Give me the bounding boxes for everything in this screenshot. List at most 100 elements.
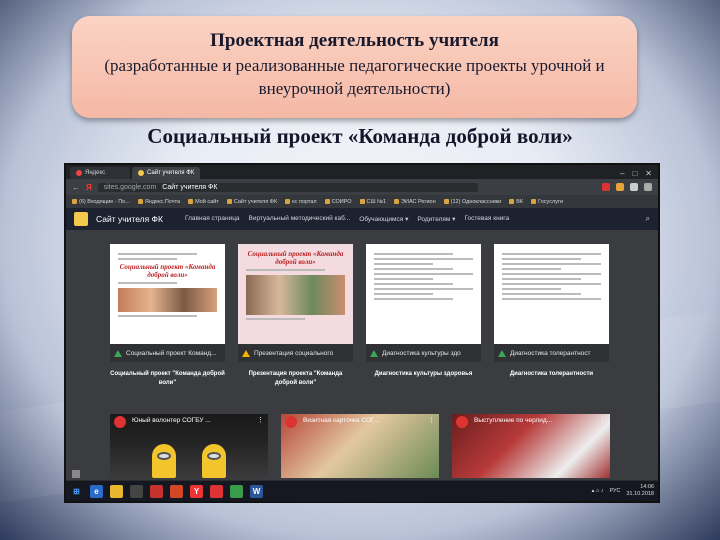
site-logo[interactable] <box>74 212 88 226</box>
tab-label: Сайт учителя ФК <box>147 170 195 176</box>
url-domain: sites.google.com <box>103 183 157 191</box>
document-label: Диагностика толерантности <box>509 371 594 377</box>
ie-icon[interactable]: e <box>90 484 103 498</box>
yandex-browser-icon[interactable]: Y <box>190 484 203 498</box>
file-caption[interactable]: Диагностика культуры здо <box>366 344 481 362</box>
bookmark-item[interactable]: Мой сайт <box>188 199 219 205</box>
nav-methodical[interactable]: Виртуальный методический каб... <box>249 215 351 223</box>
document-card[interactable]: Диагностика толерантност Диагностика тол… <box>494 244 609 388</box>
yandex-logo[interactable]: Я <box>86 183 92 192</box>
system-tray: ▴ ⌂ ♪ РУС 14:06 31.10.2018 <box>592 484 654 498</box>
goggle <box>207 452 221 460</box>
bookmark-icon <box>324 199 330 204</box>
document-thumbnail[interactable] <box>366 244 481 344</box>
video-title[interactable]: Визитная карточка СОГ... <box>303 417 379 424</box>
bookmarks-bar: (6) Входящие - По... Яндекс.Почта Мой са… <box>66 195 658 208</box>
bookmark-item[interactable]: Госуслуги <box>531 199 563 205</box>
document-grid: Социальный проект «Команда доброй воли» … <box>110 244 609 388</box>
drive-icon <box>498 349 506 357</box>
nav-students[interactable]: Обучающимся ▾ <box>359 215 408 223</box>
url-page-title: Сайт учителя ФК <box>162 183 218 191</box>
search-icon[interactable]: ⌕ <box>646 214 650 224</box>
tray-icons[interactable]: ▴ ⌂ ♪ <box>592 488 604 494</box>
text-line <box>118 258 178 260</box>
more-icon[interactable]: ⋮ <box>428 416 435 424</box>
text-line <box>246 269 326 271</box>
menu-icon[interactable] <box>630 183 638 191</box>
text-line <box>502 283 601 285</box>
adblock-icon[interactable] <box>602 183 610 191</box>
close-icon[interactable]: ✕ <box>645 169 652 178</box>
bookmark-item[interactable]: Яндекс.Почта <box>137 199 180 205</box>
file-caption[interactable]: Диагностика толерантност <box>494 344 609 362</box>
document-card[interactable]: Социальный проект «Команда доброй воли» … <box>110 244 225 388</box>
clock[interactable]: 14:06 31.10.2018 <box>626 484 654 498</box>
download-icon[interactable] <box>644 183 652 191</box>
address-bar: ← Я sites.google.com Сайт учителя ФК <box>66 179 658 195</box>
file-name: Диагностика толерантност <box>510 349 591 357</box>
nav-parents[interactable]: Родителям ▾ <box>417 215 455 223</box>
video-embed[interactable]: Визитная карточка СОГ... ⋮ <box>281 414 439 478</box>
browser-screenshot: Яндекс Сайт учителя ФК – □ ✕ ← Я sites.g… <box>64 163 660 503</box>
bookmark-item[interactable]: ВК <box>509 199 523 205</box>
url-field[interactable]: sites.google.com Сайт учителя ФК <box>97 182 478 192</box>
windows-start-icon[interactable]: ⊞ <box>70 485 83 498</box>
video-embed[interactable]: Юный волонтер СОГБУ ... ⋮ <box>110 414 268 478</box>
nav-guestbook[interactable]: Гостевая книга <box>464 215 509 223</box>
file-caption[interactable]: Социальный проект Команд... <box>110 344 225 362</box>
maximize-icon[interactable]: □ <box>632 169 637 178</box>
document-thumbnail[interactable]: Социальный проект «Команда доброй воли» <box>110 244 225 344</box>
text-line <box>374 273 473 275</box>
media-icon[interactable] <box>210 484 223 498</box>
language-indicator[interactable]: РУС <box>609 488 620 494</box>
video-embed[interactable]: Выступление по черлид... ⋮ <box>452 414 610 478</box>
document-card[interactable]: Диагностика культуры здо Диагностика кул… <box>366 244 481 388</box>
bookmark-item[interactable]: СОИРО <box>324 199 352 205</box>
file-name: Диагностика культуры здо <box>382 349 461 357</box>
presentation-thumbnail[interactable]: Социальный проект «Команда доброй воли» <box>238 244 353 344</box>
bookmark-item[interactable]: СШ №1 <box>359 199 386 205</box>
bookmark-item[interactable]: (12) Одноклассники <box>443 199 501 205</box>
text-line <box>374 283 454 285</box>
tab-site[interactable]: Сайт учителя ФК <box>132 167 201 179</box>
file-caption[interactable]: Презентация социального <box>238 344 353 362</box>
pdf-icon[interactable] <box>150 484 163 498</box>
bookmark-item[interactable]: Сайт учителя ФК <box>226 199 277 205</box>
text-line <box>374 253 454 255</box>
powerpoint-icon[interactable] <box>170 484 183 498</box>
back-icon[interactable]: ← <box>72 183 80 192</box>
video-title[interactable]: Юный волонтер СОГБУ ... <box>132 417 211 424</box>
bookmark-icon <box>226 199 232 204</box>
word-icon[interactable]: W <box>250 484 263 498</box>
minimize-icon[interactable]: – <box>620 169 624 178</box>
document-card[interactable]: Социальный проект «Команда доброй воли» … <box>238 244 353 388</box>
text-line <box>374 258 473 260</box>
bookmark-item[interactable]: (6) Входящие - По... <box>72 199 130 205</box>
site-nav: Главная страница Виртуальный методически… <box>185 215 509 223</box>
page-info-icon[interactable] <box>72 470 80 478</box>
site-title[interactable]: Сайт учителя ФК <box>96 214 163 224</box>
channel-avatar <box>456 416 468 428</box>
bookmark-icon <box>137 199 143 204</box>
photo-thumbnail <box>118 288 217 312</box>
extension-icon[interactable] <box>616 183 624 191</box>
text-line <box>502 288 562 290</box>
chrome-icon[interactable] <box>230 484 243 498</box>
more-icon[interactable]: ⋮ <box>257 416 264 424</box>
document-thumbnail[interactable] <box>494 244 609 344</box>
video-title[interactable]: Выступление по черлид... <box>474 417 552 424</box>
bookmark-item[interactable]: кс портал <box>285 199 317 205</box>
bookmark-item[interactable]: ЭИАС Регион <box>394 199 436 205</box>
file-name: Презентация социального <box>254 349 334 357</box>
more-icon[interactable]: ⋮ <box>599 416 606 424</box>
minion-figure <box>152 444 176 478</box>
tab-yandex[interactable]: Яндекс <box>70 167 130 179</box>
channel-avatar <box>114 416 126 428</box>
app-icon[interactable] <box>130 484 143 498</box>
text-line <box>118 253 198 255</box>
site-header: Сайт учителя ФК Главная страница Виртуал… <box>66 208 658 230</box>
photo-thumbnail <box>246 275 345 315</box>
text-line <box>502 273 601 275</box>
folder-icon[interactable] <box>110 484 123 498</box>
nav-home[interactable]: Главная страница <box>185 215 240 223</box>
